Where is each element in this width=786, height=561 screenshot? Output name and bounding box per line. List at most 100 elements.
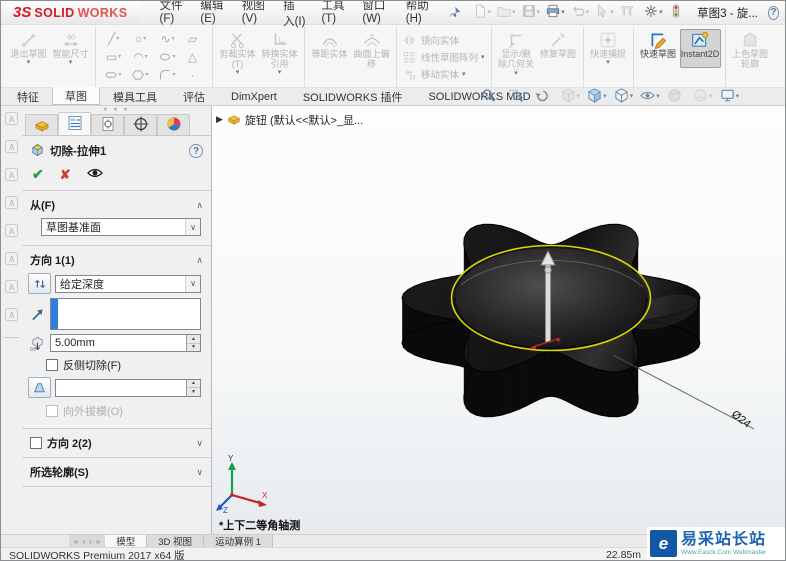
depth-input[interactable]: 5.00mm ▲ ▼: [50, 334, 201, 352]
section-direction1-header[interactable]: 方向 1(1) ∧: [22, 249, 211, 271]
annotation-tool-icon[interactable]: A: [4, 167, 19, 185]
dropdown-arrow[interactable]: ▾: [603, 93, 607, 100]
print-button[interactable]: ▾: [544, 3, 567, 22]
dropdown-arrow[interactable]: ▾: [577, 93, 581, 100]
options-gear-button[interactable]: ▾: [642, 3, 665, 22]
linear-sketch-pattern-button[interactable]: 线性草图阵列 ▾: [403, 50, 485, 64]
slot-button[interactable]: ▾: [100, 66, 127, 84]
flip-side-checkbox[interactable]: [46, 359, 58, 371]
reverse-direction-button[interactable]: [28, 273, 51, 294]
spin-up-icon[interactable]: ▲: [187, 379, 200, 388]
apply-scene-button[interactable]: ▾: [693, 88, 713, 106]
exit-sketch-button[interactable]: 退出草图 ▾: [8, 29, 49, 68]
flyout-arrow-icon[interactable]: ▶: [216, 114, 223, 125]
command-tab[interactable]: 评估: [170, 88, 218, 105]
command-tab[interactable]: 模具工具: [100, 88, 170, 105]
shaded-sketch-contours-button[interactable]: 上色草图轮廓▾: [730, 29, 771, 78]
spin-down-icon[interactable]: ▼: [187, 388, 200, 396]
dimxpert-manager-tab[interactable]: [124, 114, 157, 135]
convert-entities-button[interactable]: 转换实体引用 ▾: [259, 29, 300, 78]
save-button[interactable]: ▾: [520, 3, 543, 22]
trim-entities-button[interactable]: 剪裁实体(T) ▾: [217, 29, 258, 78]
spin-down-icon[interactable]: ▼: [187, 343, 200, 351]
section-from-header[interactable]: 从(F) ∧: [22, 194, 211, 216]
dropdown-arrow[interactable]: ▾: [488, 9, 492, 16]
next-sheet-icon[interactable]: ›: [89, 537, 92, 546]
mirror-entities-button[interactable]: 镜向实体▾: [403, 33, 485, 47]
dropdown-arrow[interactable]: ▾: [514, 70, 518, 77]
corner-rectangle-button[interactable]: ▭ ▾: [100, 48, 127, 66]
display-relations-button[interactable]: 显示/删除几何关系▾: [496, 29, 537, 79]
command-tab[interactable]: DimXpert: [218, 88, 290, 105]
hide-show-items-button[interactable]: ▾: [640, 88, 660, 106]
dropdown-arrow[interactable]: ▾: [659, 9, 663, 16]
quick-snaps-button[interactable]: 快速捕捉 ▾: [588, 29, 629, 68]
dropdown-arrow[interactable]: ▾: [561, 9, 565, 16]
command-tab[interactable]: 特征: [4, 88, 52, 105]
dropdown-arrow[interactable]: ▾: [118, 72, 121, 79]
flyout-feature-tree[interactable]: ▶ 旋钮 (默认<<默认>_显...: [216, 111, 363, 128]
document-tab[interactable]: 模型: [105, 535, 148, 548]
knob-3d-model[interactable]: Ø24: [381, 181, 781, 451]
dropdown-arrow[interactable]: ▾: [236, 69, 240, 76]
edit-appearance-button[interactable]: ▾: [667, 88, 687, 106]
dropdown-arrow[interactable]: ▾: [145, 72, 148, 79]
move-entities-button[interactable]: 移动实体 ▾: [403, 67, 485, 81]
draft-button[interactable]: [28, 377, 51, 398]
spline-button[interactable]: ∿ ▾: [154, 30, 181, 48]
plane-button[interactable]: ▱▾: [181, 30, 208, 48]
ok-button[interactable]: ✔: [32, 166, 44, 183]
configuration-manager-tab[interactable]: [91, 114, 124, 135]
first-sheet-icon[interactable]: «: [74, 537, 78, 546]
dropdown-arrow[interactable]: ▾: [606, 59, 610, 66]
direction-reference-listbox[interactable]: [50, 298, 201, 330]
section-contours-header[interactable]: 所选轮廓(S) ∨: [22, 461, 211, 483]
draft-outward-checkbox[interactable]: [46, 405, 58, 417]
repair-sketch-button[interactable]: 修复草图▾: [538, 29, 579, 68]
offset-entities-button[interactable]: 等距实体▾: [309, 29, 350, 68]
dropdown-arrow[interactable]: ▾: [610, 9, 614, 16]
instant2d-button[interactable]: Instant2D▾: [679, 29, 721, 68]
dropdown-arrow[interactable]: ▾: [69, 59, 73, 66]
view-settings-button[interactable]: ▾: [720, 88, 740, 106]
dropdown-arrow[interactable]: ▾: [172, 36, 175, 43]
dropdown-arrow[interactable]: ▾: [736, 93, 740, 100]
hexagon-button[interactable]: ▾: [127, 66, 154, 84]
select-pointer-button[interactable]: ▾: [593, 3, 616, 22]
display-style-button[interactable]: ▾: [614, 87, 634, 106]
dropdown-arrow[interactable]: ▾: [172, 72, 175, 79]
from-condition-select[interactable]: 草图基准面 ∨: [41, 218, 201, 236]
property-manager-tab[interactable]: [58, 112, 91, 135]
polygon-tool-button[interactable]: △▾: [181, 48, 208, 66]
dropdown-arrow[interactable]: ▾: [512, 9, 516, 16]
new-doc-button[interactable]: ▾: [471, 3, 494, 22]
section-view-button[interactable]: ▾: [561, 87, 581, 106]
dropdown-arrow[interactable]: ▾: [143, 36, 146, 43]
dropdown-arrow[interactable]: ▾: [145, 54, 148, 61]
dropdown-arrow[interactable]: ▾: [27, 59, 31, 66]
help-icon[interactable]: ?: [767, 5, 779, 20]
dropdown-arrow[interactable]: ▾: [537, 9, 541, 16]
undo-button[interactable]: ▾: [569, 3, 592, 22]
annotation-tool-icon[interactable]: A: [4, 195, 19, 213]
open-doc-button[interactable]: ▾: [495, 3, 518, 22]
selection-filter-button[interactable]: ▾: [618, 3, 641, 22]
pm-help-icon[interactable]: ?: [189, 144, 203, 158]
annotation-tool-icon[interactable]: A: [4, 139, 19, 157]
dropdown-arrow[interactable]: ▾: [118, 54, 121, 61]
cancel-button[interactable]: ✘: [60, 167, 71, 183]
section-direction2-header[interactable]: 方向 2(2) ∨: [22, 432, 211, 454]
annotation-tool-icon[interactable]: A: [4, 279, 19, 297]
zoom-area-button[interactable]: ▾: [508, 88, 528, 106]
annotation-tool-icon[interactable]: A: [4, 223, 19, 241]
dropdown-arrow[interactable]: ▾: [172, 54, 175, 61]
document-tab[interactable]: 3D 视图: [147, 535, 205, 548]
command-tab[interactable]: 草图: [52, 87, 100, 105]
rapid-sketch-button[interactable]: 快速草图▾: [638, 29, 679, 68]
dropdown-arrow[interactable]: ▾: [630, 93, 634, 100]
zoom-fit-button[interactable]: ▾: [481, 88, 501, 106]
sketch-fillet-button[interactable]: ▾: [154, 66, 181, 84]
dropdown-arrow[interactable]: ▾: [481, 54, 485, 61]
circle-button[interactable]: ○ ▾: [127, 30, 154, 48]
graphics-viewport[interactable]: ▶ 旋钮 (默认<<默认>_显... Ø24 Y X Z *上下二等角轴测: [212, 106, 785, 534]
